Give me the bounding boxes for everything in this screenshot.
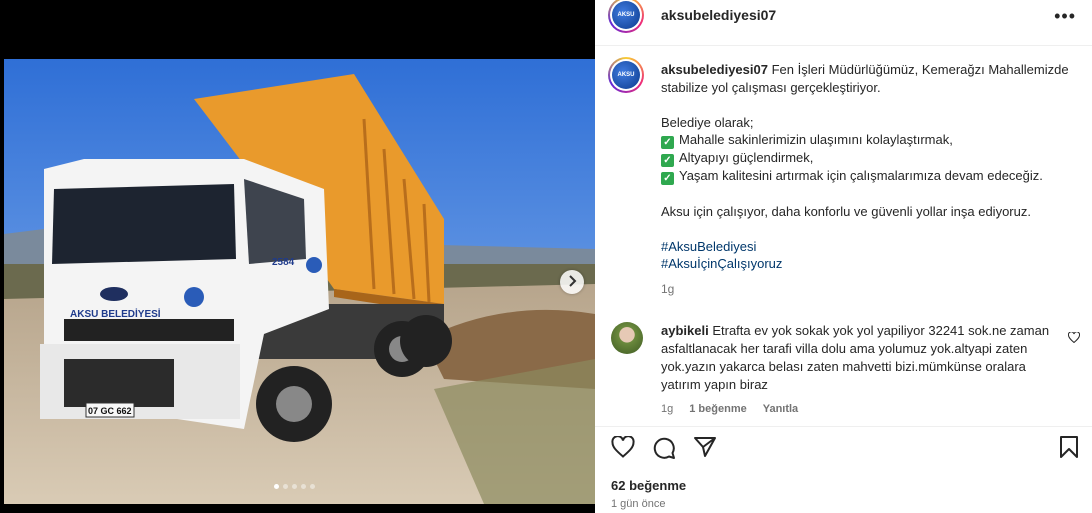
share-icon[interactable] (693, 436, 717, 461)
hashtag-link[interactable]: #AksuBelediyesi (661, 238, 1071, 256)
slide-dot (310, 484, 315, 489)
account-avatar[interactable]: AKSU (608, 0, 644, 33)
post-details-panel: AKSU aksubelediyesi07 ••• AKSU aksubeled… (595, 0, 1092, 513)
post-media: AKSU BELEDİYESİ 2584 07 GC 662 (0, 0, 595, 513)
chevron-right-icon (567, 274, 577, 290)
post-caption: aksubelediyesi07 Fen İşleri Müdürlüğümüz… (661, 61, 1071, 298)
truck-number: 2584 (272, 257, 295, 268)
comment: aybikeli Etrafta ev yok sokak yok yol ya… (661, 322, 1051, 394)
license-plate: 07 GC 662 (88, 406, 132, 416)
caption-username[interactable]: aksubelediyesi07 (661, 62, 768, 77)
hashtag-link[interactable]: #AksuİçinÇalışıyoruz (661, 255, 1071, 273)
truck-photo: AKSU BELEDİYESİ 2584 07 GC 662 (4, 59, 595, 504)
aksu-logo: AKSU (612, 1, 640, 29)
aksu-logo: AKSU (612, 61, 640, 89)
bookmark-icon[interactable] (1059, 436, 1079, 461)
slide-indicator (274, 484, 315, 489)
caption-item: ✓ Yaşam kalitesini artırmak için çalışmal… (661, 167, 1071, 185)
comment-icon[interactable] (652, 436, 676, 463)
next-slide-button[interactable] (560, 270, 584, 294)
comment-like-heart-icon[interactable] (1067, 331, 1081, 346)
post-time: 1 gün önce (611, 498, 666, 510)
truck-label: AKSU BELEDİYESİ (70, 307, 161, 320)
caption-age: 1g (661, 281, 675, 296)
reply-button[interactable]: Yanıtla (763, 403, 798, 415)
check-icon: ✓ (661, 172, 674, 185)
comment-meta: 1g 1 beğenme Yanıtla (661, 403, 798, 415)
commenter-username[interactable]: aybikeli (661, 323, 709, 338)
like-count[interactable]: 62 beğenme (611, 478, 686, 493)
post-header: AKSU aksubelediyesi07 ••• (595, 0, 1092, 46)
post-photo: AKSU BELEDİYESİ 2584 07 GC 662 (4, 59, 595, 504)
heart-icon[interactable] (611, 435, 635, 461)
comment-age: 1g (661, 403, 674, 415)
comment-likes[interactable]: 1 beğenme (689, 403, 746, 415)
caption-subtitle: Belediye olarak; (661, 114, 754, 130)
more-options-icon[interactable]: ••• (1054, 6, 1076, 27)
actions-divider (595, 426, 1092, 427)
commenter-avatar[interactable] (611, 322, 643, 354)
caption-avatar[interactable]: AKSU (608, 57, 644, 93)
caption-item: ✓ Altyapıyı güçlendirmek, (661, 149, 1071, 167)
slide-dot (301, 484, 306, 489)
check-icon: ✓ (661, 154, 674, 167)
caption-closing: Aksu için çalışıyor, daha konforlu ve gü… (661, 203, 1031, 219)
slide-dot (283, 484, 288, 489)
caption-item: ✓ Mahalle sakinlerimizin ulaşımını kolayl… (661, 131, 1071, 149)
comment-text: Etrafta ev yok sokak yok yol yapiliyor 3… (661, 323, 1050, 392)
check-icon: ✓ (661, 136, 674, 149)
slide-dot (292, 484, 297, 489)
instagram-post-view: AKSU BELEDİYESİ 2584 07 GC 662 AKSU aksu… (0, 0, 1092, 513)
account-username[interactable]: aksubelediyesi07 (661, 7, 776, 23)
slide-dot (274, 484, 279, 489)
